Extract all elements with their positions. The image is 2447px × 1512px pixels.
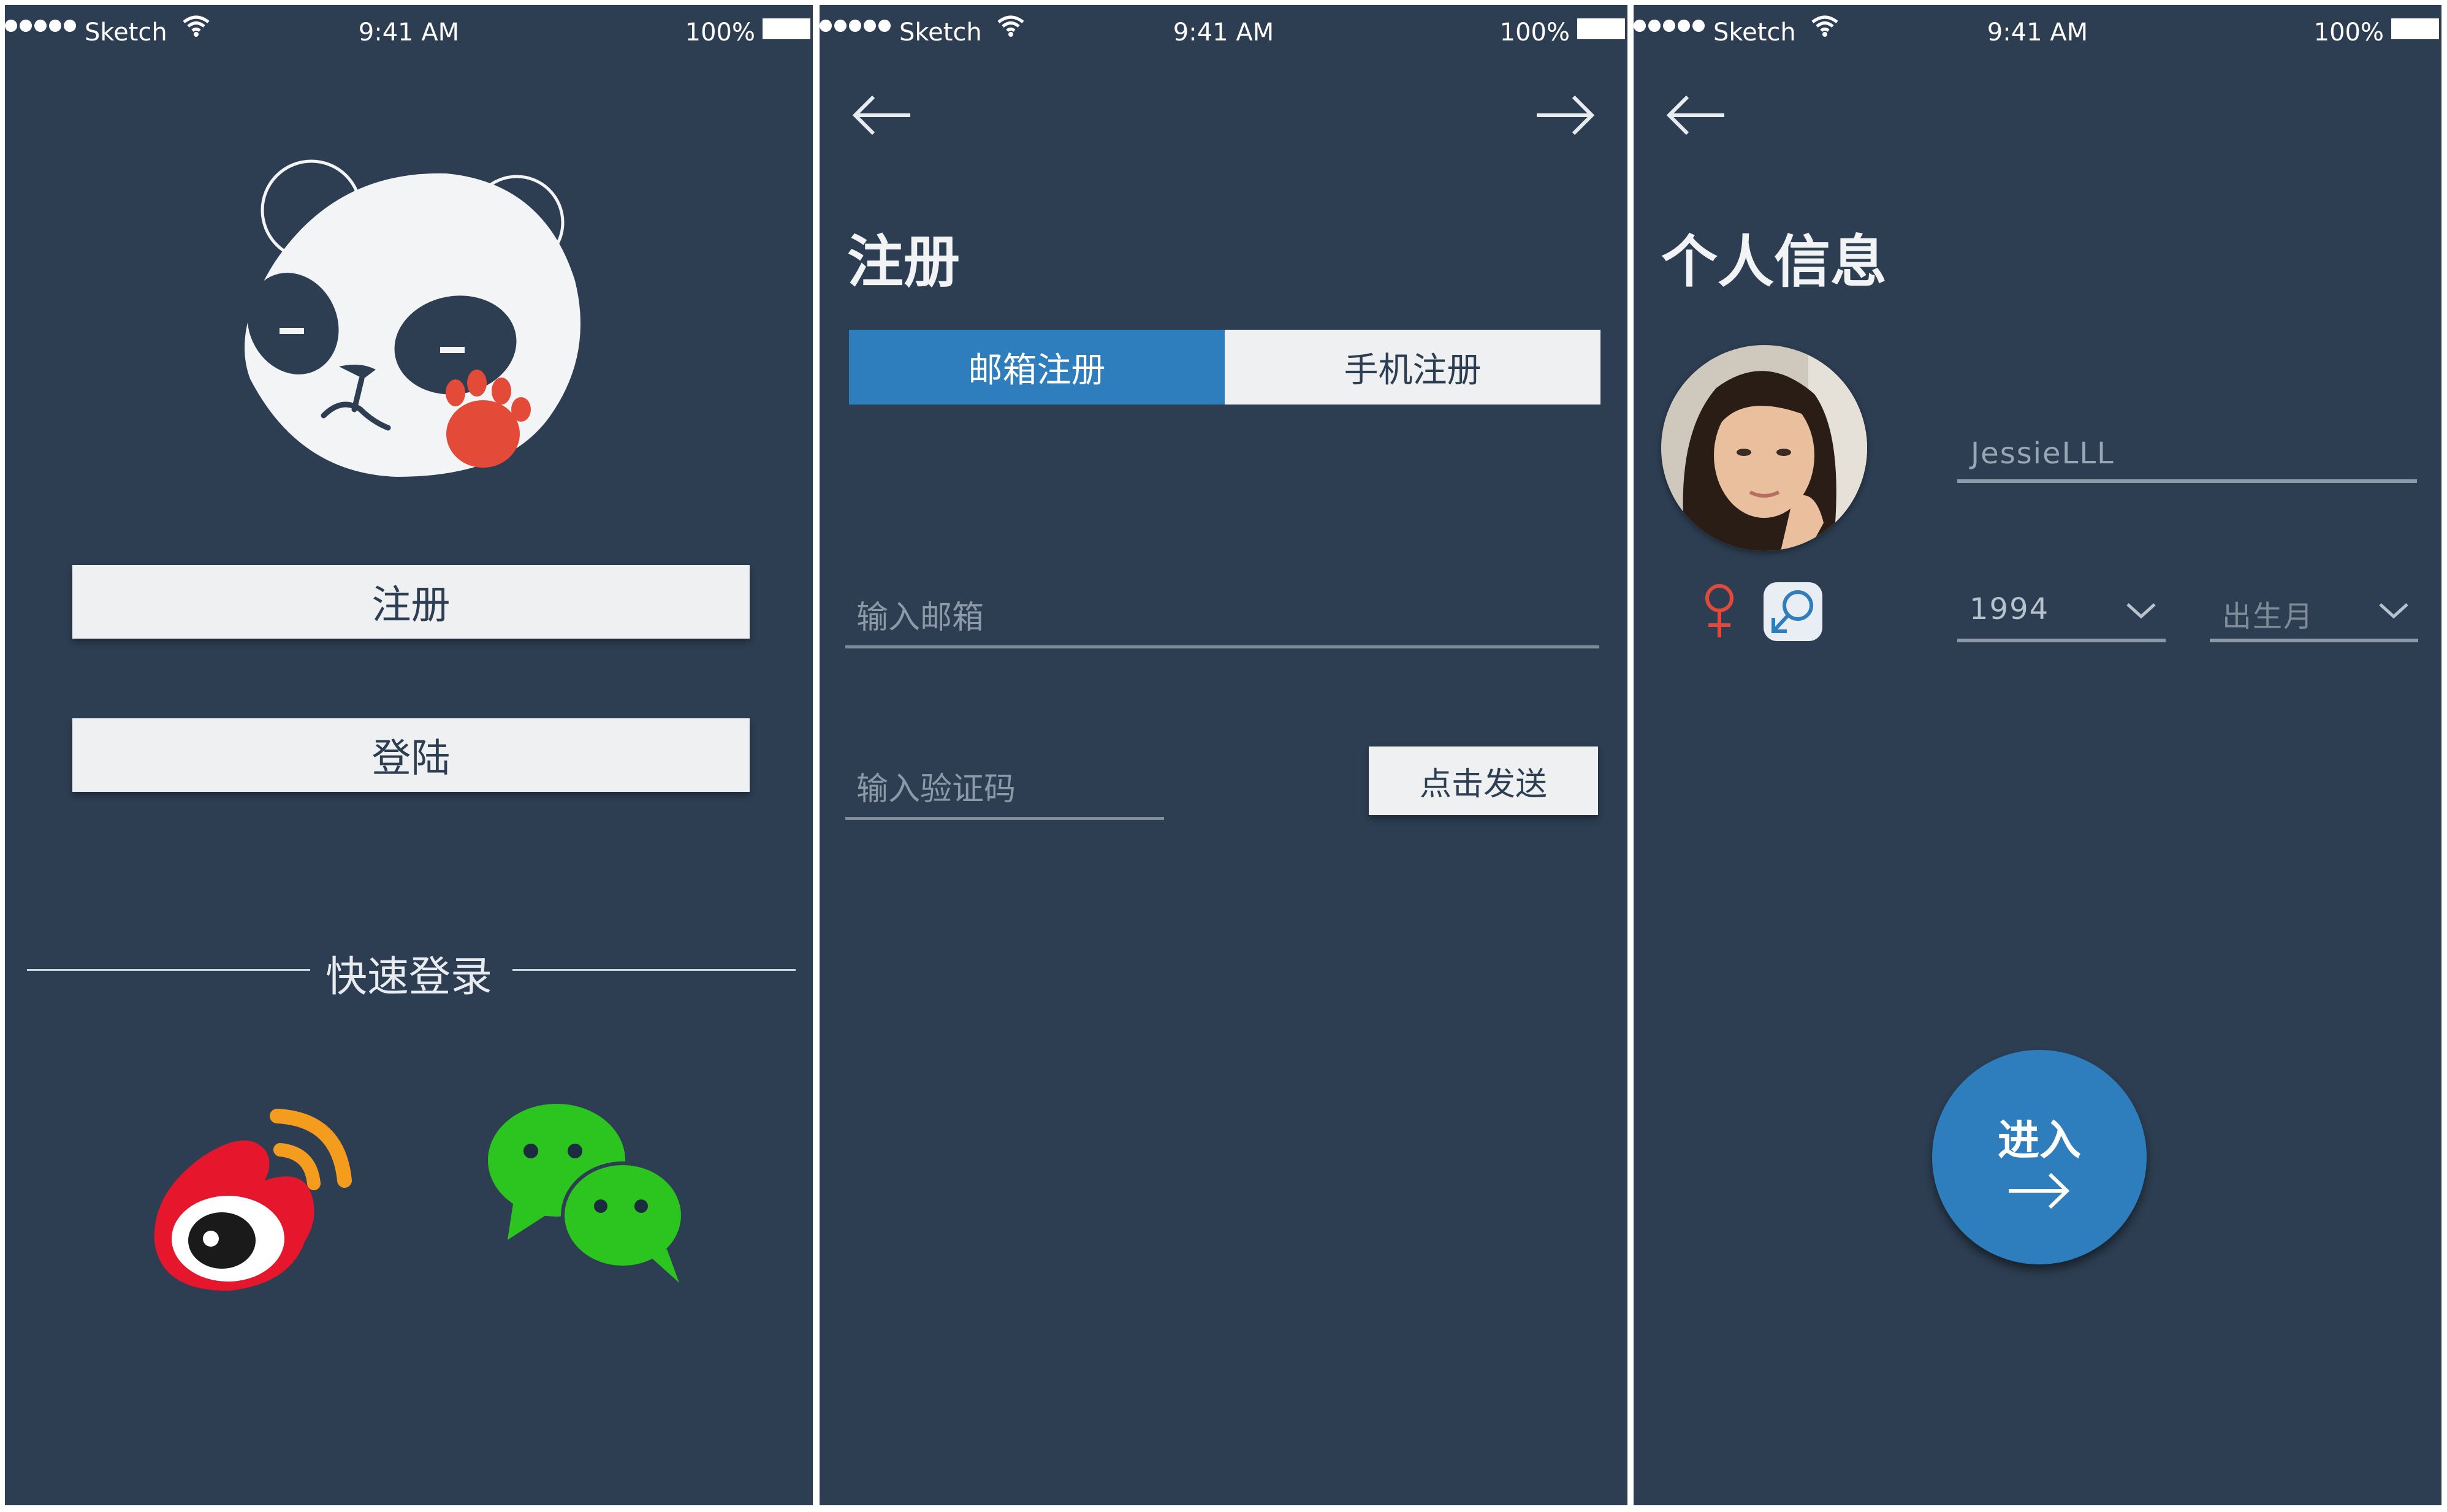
wechat-icon[interactable] xyxy=(483,1102,691,1286)
register-screen: Sketch 9:41 AM 100% 注册 邮箱注册 手机注册 输入邮箱 输入… xyxy=(820,5,1627,1505)
login-button[interactable]: 登陆 xyxy=(72,718,750,792)
quick-login-label: 快速登录 xyxy=(325,953,492,1001)
birth-year-select[interactable]: 1994 xyxy=(1957,575,2166,642)
email-underline xyxy=(845,645,1599,648)
weibo-icon[interactable] xyxy=(142,1101,363,1303)
panda-logo xyxy=(245,159,580,477)
username-value: JessieLLL xyxy=(1971,436,2115,471)
birth-month-placeholder: 出生月 xyxy=(2222,599,2315,634)
male-icon[interactable] xyxy=(1762,581,1824,642)
battery-icon xyxy=(2391,18,2439,39)
email-placeholder: 输入邮箱 xyxy=(856,599,984,636)
battery-icon xyxy=(763,18,810,39)
battery-percentage: 100% xyxy=(2313,18,2384,47)
tab-email-register[interactable]: 邮箱注册 xyxy=(849,330,1225,405)
status-bar: Sketch 9:41 AM 100% xyxy=(820,5,1627,60)
birth-year-value: 1994 xyxy=(1969,592,2050,626)
welcome-screen: Sketch 9:41 AM 100% 注册 登陆 快速登录 xyxy=(5,5,813,1505)
status-bar: Sketch 9:41 AM 100% xyxy=(1634,5,2441,60)
profile-screen: Sketch 9:41 AM 100% 个人信息 JessieLLL 1994 … xyxy=(1634,5,2441,1505)
code-underline xyxy=(845,817,1164,820)
verification-code-field[interactable]: 输入验证码 xyxy=(845,747,1164,820)
battery-icon xyxy=(1577,18,1625,39)
avatar[interactable] xyxy=(1661,345,1867,551)
birth-year-underline xyxy=(1957,639,2166,642)
birth-month-underline xyxy=(2210,639,2418,642)
page-title: 注册 xyxy=(847,229,961,295)
enter-button[interactable]: 进入 xyxy=(1932,1050,2147,1264)
back-arrow-icon[interactable] xyxy=(849,91,916,140)
battery-percentage: 100% xyxy=(1499,18,1570,47)
chevron-down-icon xyxy=(2126,603,2156,619)
battery-percentage: 100% xyxy=(685,18,755,47)
tab-phone-register[interactable]: 手机注册 xyxy=(1225,330,1600,405)
email-field[interactable]: 输入邮箱 xyxy=(845,575,1599,648)
code-placeholder: 输入验证码 xyxy=(856,771,1016,808)
status-bar: Sketch 9:41 AM 100% xyxy=(5,5,813,60)
send-code-button[interactable]: 点击发送 xyxy=(1369,747,1598,815)
back-arrow-icon[interactable] xyxy=(1663,91,1730,140)
page-title: 个人信息 xyxy=(1661,229,1887,295)
register-button[interactable]: 注册 xyxy=(72,565,750,639)
enter-label: 进入 xyxy=(1997,1117,2081,1165)
username-field[interactable]: JessieLLL xyxy=(1957,409,2417,483)
username-underline xyxy=(1957,479,2417,483)
chevron-down-icon xyxy=(2379,603,2408,619)
forward-arrow-icon[interactable] xyxy=(1531,91,1598,140)
right-arrow-icon xyxy=(2009,1172,2070,1209)
birth-month-select[interactable]: 出生月 xyxy=(2210,575,2418,642)
female-icon[interactable] xyxy=(1701,581,1738,642)
